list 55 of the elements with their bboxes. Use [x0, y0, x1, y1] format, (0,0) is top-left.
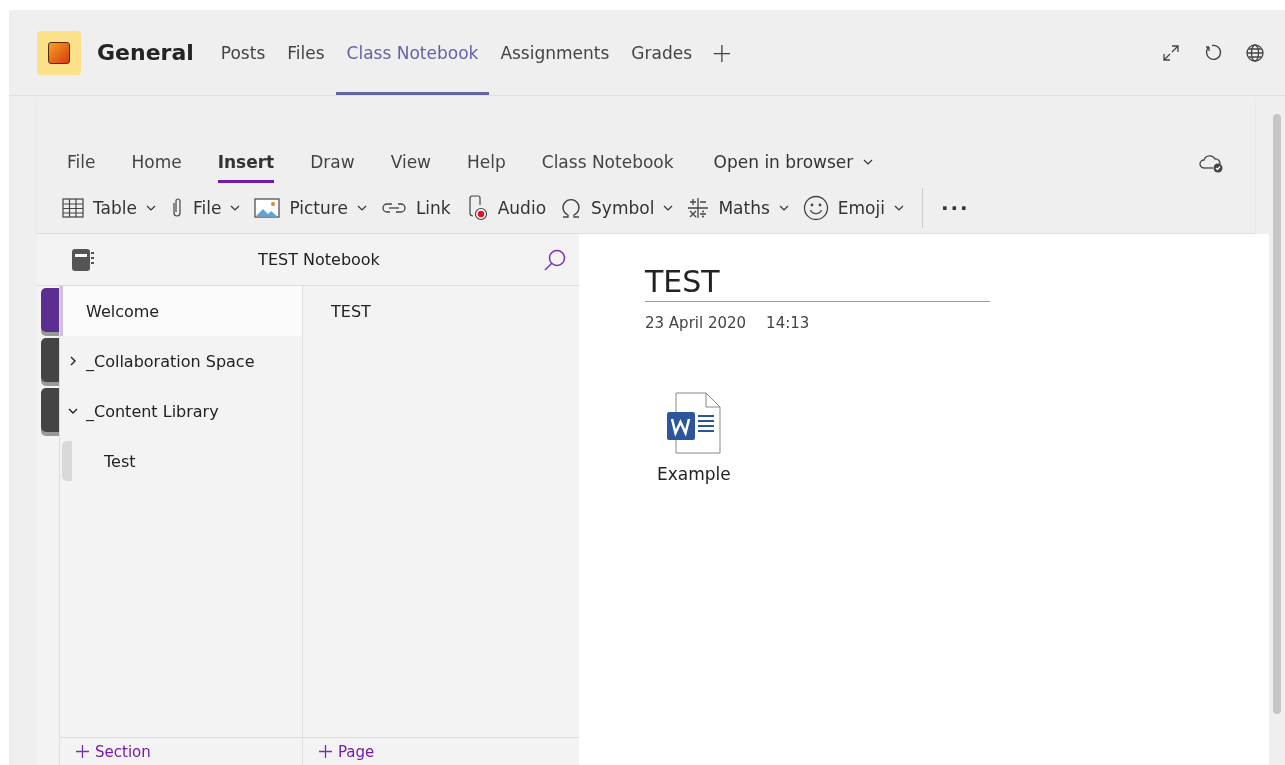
insert-tool-button[interactable]: Audio: [464, 195, 547, 221]
image-icon: [254, 198, 281, 218]
page-title[interactable]: TEST: [645, 264, 990, 302]
page-time: 14:13: [766, 314, 810, 332]
word-document-icon[interactable]: [665, 392, 722, 454]
channel-tab[interactable]: Files: [276, 10, 336, 95]
section-group[interactable]: _Content Library: [60, 386, 302, 436]
math-symbols-icon: [687, 197, 710, 219]
attachment-name: Example: [657, 464, 731, 484]
ribbon-tab[interactable]: Help: [467, 143, 506, 183]
insert-tool-button[interactable]: Link: [380, 198, 451, 218]
search-icon[interactable]: [543, 247, 567, 272]
add-page-button[interactable]: Page: [303, 737, 579, 765]
scrollbar-thumb[interactable]: [1273, 114, 1281, 714]
ribbon-tab[interactable]: Draw: [310, 143, 355, 183]
notebook-title: TEST Notebook: [257, 250, 381, 269]
channel-tab[interactable]: Grades: [620, 10, 703, 95]
chevron-icon: [68, 356, 78, 366]
insert-tool-button[interactable]: Emoji: [802, 195, 904, 221]
smiley-icon: [802, 195, 829, 221]
page-item[interactable]: TEST: [303, 286, 579, 336]
insert-tool-button[interactable]: Picture: [254, 198, 367, 218]
plus-icon: [319, 745, 332, 758]
reload-icon[interactable]: [1203, 42, 1223, 63]
ribbon-tab[interactable]: File: [67, 143, 96, 183]
more-button[interactable]: ···: [940, 196, 970, 220]
team-logo-icon: [37, 30, 81, 75]
add-tab-button[interactable]: +: [711, 37, 733, 68]
section-item[interactable]: Welcome: [60, 286, 302, 336]
team-name: General: [97, 40, 194, 65]
cloud-sync-icon: [1199, 153, 1225, 173]
table-icon: [62, 197, 84, 219]
add-section-button[interactable]: Section: [60, 737, 302, 765]
notebook-icon[interactable]: [71, 247, 95, 272]
plus-icon: [76, 745, 89, 758]
channel-tab[interactable]: Posts: [209, 10, 277, 95]
insert-tool-button[interactable]: Maths: [687, 197, 789, 219]
omega-icon: [560, 197, 583, 219]
section-item[interactable]: Test: [72, 436, 302, 486]
chevron-icon: [68, 406, 78, 416]
channel-tab[interactable]: Assignments: [489, 10, 621, 95]
page-date: 23 April 2020: [645, 314, 747, 332]
section-group[interactable]: _Collaboration Space: [60, 336, 302, 386]
ribbon-tab[interactable]: Home: [131, 143, 182, 183]
insert-tool-button[interactable]: Table: [62, 197, 156, 219]
ribbon-tab[interactable]: Insert: [217, 143, 275, 183]
link-icon: [380, 200, 407, 216]
ribbon-tab[interactable]: Class Notebook: [541, 143, 674, 183]
channel-tab[interactable]: Class Notebook: [335, 10, 490, 95]
insert-tool-button[interactable]: File: [169, 197, 241, 219]
globe-icon[interactable]: [1245, 42, 1265, 63]
expand-icon[interactable]: [1161, 42, 1181, 63]
open-in-browser-button[interactable]: Open in browser: [713, 143, 874, 183]
ribbon-tab[interactable]: View: [390, 143, 431, 183]
insert-tool-button[interactable]: Symbol: [560, 197, 674, 219]
